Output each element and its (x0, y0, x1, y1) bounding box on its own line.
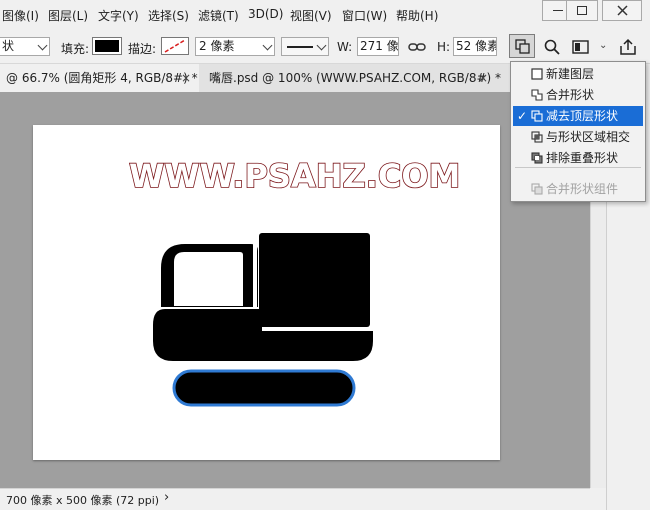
chevron-down-icon (37, 40, 48, 51)
close-icon[interactable]: × (478, 64, 488, 92)
menu-item-merge-shape-components: 合并形状组件 (513, 179, 643, 199)
tab-label: 嘴唇.psd @ 100% (WWW.PSAHZ.COM, RGB/8#) * (209, 71, 502, 85)
menu-layer[interactable]: 图层(L) (48, 7, 88, 24)
shape-mode-value: 状 (2, 39, 15, 53)
chevron-down-icon (262, 40, 273, 51)
close-window-button[interactable] (602, 0, 642, 21)
stroke-width-select[interactable]: 2 像素 (195, 37, 275, 56)
checkmark-icon: ✓ (517, 109, 528, 123)
combine-shapes-icon (531, 89, 543, 101)
document-canvas[interactable]: WWW.PSAHZ.COM (33, 125, 500, 460)
width-value: 271 像: (360, 39, 399, 53)
restore-icon (577, 6, 587, 15)
width-input[interactable]: 271 像: (357, 37, 399, 56)
no-stroke-icon (164, 39, 186, 53)
menu-item-exclude-overlap[interactable]: 排除重叠形状 (513, 148, 643, 168)
stroke-type-select[interactable] (281, 37, 329, 56)
menu-separator (515, 167, 641, 168)
fill-color (95, 40, 119, 52)
menu-filter[interactable]: 滤镜(T) (198, 7, 239, 24)
width-label: W: (337, 40, 353, 54)
workspace-icon[interactable] (572, 40, 590, 54)
menu-3d[interactable]: 3D(D) (248, 7, 283, 21)
menu-image[interactable]: 图像(I) (2, 7, 39, 24)
path-operations-icon (515, 39, 530, 54)
menu-item-intersect-shapes[interactable]: 与形状区域相交 (513, 127, 643, 147)
chevron-down-icon (316, 40, 327, 51)
height-label: H: (437, 40, 451, 54)
path-operations-button[interactable] (509, 34, 535, 58)
close-icon[interactable]: × (181, 64, 191, 92)
fill-label: 填充: (61, 42, 90, 56)
menu-item-new-layer[interactable]: 新建图层 (513, 64, 643, 84)
tab-document-2[interactable]: 嘴唇.psd @ 100% (WWW.PSAHZ.COM, RGB/8#) * … (203, 64, 501, 92)
stroke-label: 描边: (128, 42, 157, 56)
status-bar: 700 像素 x 500 像素 (72 ppi) › (0, 488, 590, 510)
menu-select[interactable]: 选择(S) (148, 7, 189, 24)
minimize-icon (553, 9, 563, 12)
height-input[interactable]: 52 像素 (453, 37, 497, 56)
subtract-front-shape-icon (531, 110, 543, 122)
excavator-shape (153, 227, 376, 407)
status-menu-arrow[interactable]: › (164, 490, 169, 505)
intersect-shapes-icon (531, 131, 543, 143)
menu-item-combine-shapes[interactable]: 合并形状 (513, 85, 643, 105)
close-icon (616, 5, 628, 16)
merge-components-icon (531, 183, 543, 195)
exclude-overlap-icon (531, 152, 543, 164)
chevron-down-icon[interactable]: ⌄ (599, 40, 607, 51)
tab-document-1[interactable]: @ 66.7% (圆角矩形 4, RGB/8#) * × (0, 64, 199, 92)
document-tab-bar: @ 66.7% (圆角矩形 4, RGB/8#) * × 嘴唇.psd @ 10… (0, 64, 590, 92)
menu-bar: 图像(I) 图层(L) 文字(Y) 选择(S) 滤镜(T) 3D(D) 视图(V… (0, 0, 650, 30)
shape-mode-select[interactable]: 状 (0, 37, 50, 56)
tab-label: @ 66.7% (圆角矩形 4, RGB/8#) * (6, 71, 198, 85)
new-layer-icon (531, 68, 543, 80)
restore-button[interactable] (566, 0, 598, 21)
menu-window[interactable]: 窗口(W) (342, 7, 387, 24)
search-icon[interactable] (544, 39, 560, 55)
path-operations-menu: 新建图层 合并形状 ✓ 减去顶层形状 与形状区域相交 排除重叠形状 合并形状组件 (510, 61, 646, 202)
stroke-width-value: 2 像素 (199, 39, 235, 53)
fill-swatch[interactable] (92, 37, 122, 55)
solid-line-icon (287, 46, 313, 48)
document-size-info: 700 像素 x 500 像素 (72 ppi) (6, 494, 160, 507)
menu-help[interactable]: 帮助(H) (396, 7, 438, 24)
menu-item-subtract-front-shape[interactable]: ✓ 减去顶层形状 (513, 106, 643, 126)
menu-view[interactable]: 视图(V) (290, 7, 332, 24)
share-icon[interactable] (619, 38, 637, 56)
link-icon[interactable] (408, 40, 426, 54)
options-bar: 状 填充: 描边: 2 像素 W: 271 像: H: 52 像素 ⌄ (0, 30, 650, 64)
stroke-swatch[interactable] (161, 37, 189, 55)
menu-type[interactable]: 文字(Y) (98, 7, 139, 24)
height-value: 52 像素 (456, 39, 497, 53)
